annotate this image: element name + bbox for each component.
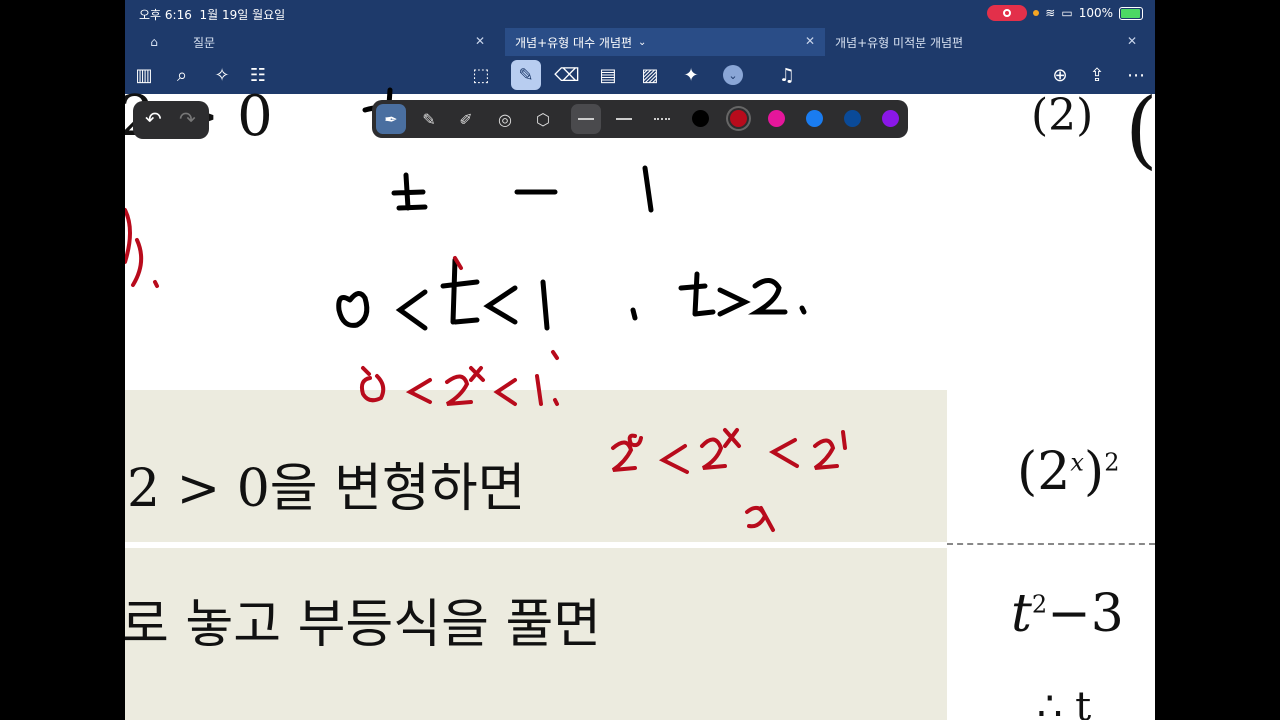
line-thin-button[interactable] bbox=[571, 104, 601, 134]
fountain-pen-icon[interactable]: ✒ bbox=[376, 104, 406, 134]
color-swatch-purple[interactable] bbox=[882, 110, 899, 127]
goodnotes-screen: 오후 6:16 1월 19일 월요일 ≋ ▭ 100% ⌂ 질문 ✕ 개념+유형… bbox=[125, 0, 1155, 720]
color-swatch-black[interactable] bbox=[692, 110, 709, 127]
shapes-icon[interactable]: ⬡ bbox=[528, 104, 558, 134]
color-swatch-pink[interactable] bbox=[768, 110, 785, 127]
ball-pen-icon[interactable]: ✎ bbox=[414, 104, 444, 134]
brush-pen-icon[interactable]: ✐ bbox=[451, 104, 481, 134]
shape-recognize-icon[interactable]: ◎ bbox=[490, 104, 520, 134]
undo-redo-group: ↶ ↷ bbox=[133, 101, 209, 139]
undo-icon[interactable]: ↶ bbox=[145, 107, 162, 131]
color-swatch-navy[interactable] bbox=[844, 110, 861, 127]
line-medium-button[interactable] bbox=[609, 104, 639, 134]
color-swatch-blue[interactable] bbox=[806, 110, 823, 127]
line-dotted-button[interactable] bbox=[647, 104, 677, 134]
redo-icon[interactable]: ↷ bbox=[179, 107, 196, 131]
color-swatch-red[interactable] bbox=[730, 110, 747, 127]
pen-palette: ✒ ✎ ✐ ◎ ⬡ bbox=[372, 100, 908, 138]
handwriting-red bbox=[125, 208, 847, 532]
